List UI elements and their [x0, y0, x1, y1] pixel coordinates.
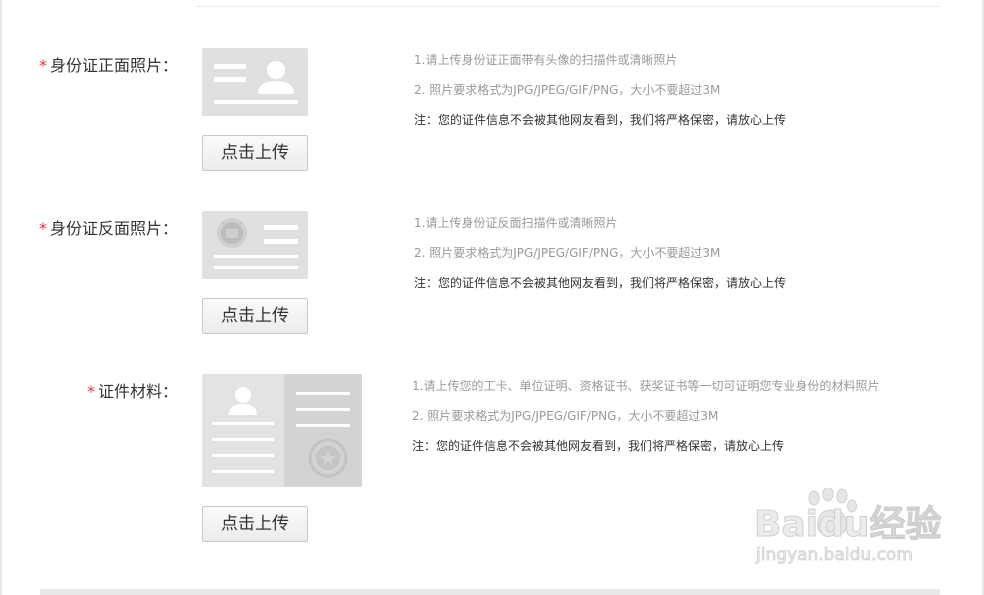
id-back-label: * 身份证反面照片：: [38, 219, 178, 238]
certificate-label: * 证件材料：: [86, 382, 178, 401]
id-back-placeholder-icon: [202, 211, 308, 279]
baidu-jingyan-watermark: Baidu经验 jingyan.baidu.com: [752, 486, 942, 578]
tip-line: 2. 照片要求格式为JPG/JPEG/GIF/PNG，大小不要超过3M: [414, 83, 721, 97]
certificate-placeholder-icon: [202, 374, 362, 487]
top-divider: [196, 6, 940, 7]
tip-line: 1.请上传身份证正面带有头像的扫描件或清晰照片: [414, 53, 678, 67]
tip-line: 2. 照片要求格式为JPG/JPEG/GIF/PNG，大小不要超过3M: [414, 246, 721, 260]
required-mark: *: [86, 382, 95, 401]
tip-line: 2. 照片要求格式为JPG/JPEG/GIF/PNG，大小不要超过3M: [412, 409, 719, 423]
id-front-tips: 1.请上传身份证正面带有头像的扫描件或清晰照片 2. 照片要求格式为JPG/JP…: [414, 52, 786, 142]
tip-line: 注：您的证件信息不会被其他网友看到，我们将严格保密，请放心上传: [414, 276, 787, 290]
tip-line: 注：您的证件信息不会被其他网友看到，我们将严格保密，请放心上传: [414, 113, 787, 127]
tip-line: 注：您的证件信息不会被其他网友看到，我们将严格保密，请放心上传: [412, 439, 785, 453]
required-mark: *: [38, 56, 47, 75]
tip-line: 1.请上传身份证反面扫描件或清晰照片: [414, 216, 618, 230]
id-front-upload-button[interactable]: 点击上传: [202, 135, 308, 171]
id-front-label: * 身份证正面照片：: [38, 56, 178, 75]
certificate-upload-button[interactable]: 点击上传: [202, 506, 308, 542]
id-front-placeholder-icon: [202, 48, 308, 116]
watermark-brand: Baidu经验: [754, 504, 941, 545]
id-back-upload-button[interactable]: 点击上传: [202, 298, 308, 334]
tip-line: 1.请上传您的工卡、单位证明、资格证书、获奖证书等一切可证明您专业身份的材料照片: [412, 379, 880, 393]
certificate-tips: 1.请上传您的工卡、单位证明、资格证书、获奖证书等一切可证明您专业身份的材料照片…: [412, 378, 879, 468]
required-mark: *: [38, 219, 47, 238]
bottom-divider: [40, 589, 940, 595]
frame-border-left: [0, 0, 2, 595]
watermark-url: jingyan.baidu.com: [755, 545, 913, 565]
id-back-tips: 1.请上传身份证反面扫描件或清晰照片 2. 照片要求格式为JPG/JPEG/GI…: [414, 215, 786, 305]
